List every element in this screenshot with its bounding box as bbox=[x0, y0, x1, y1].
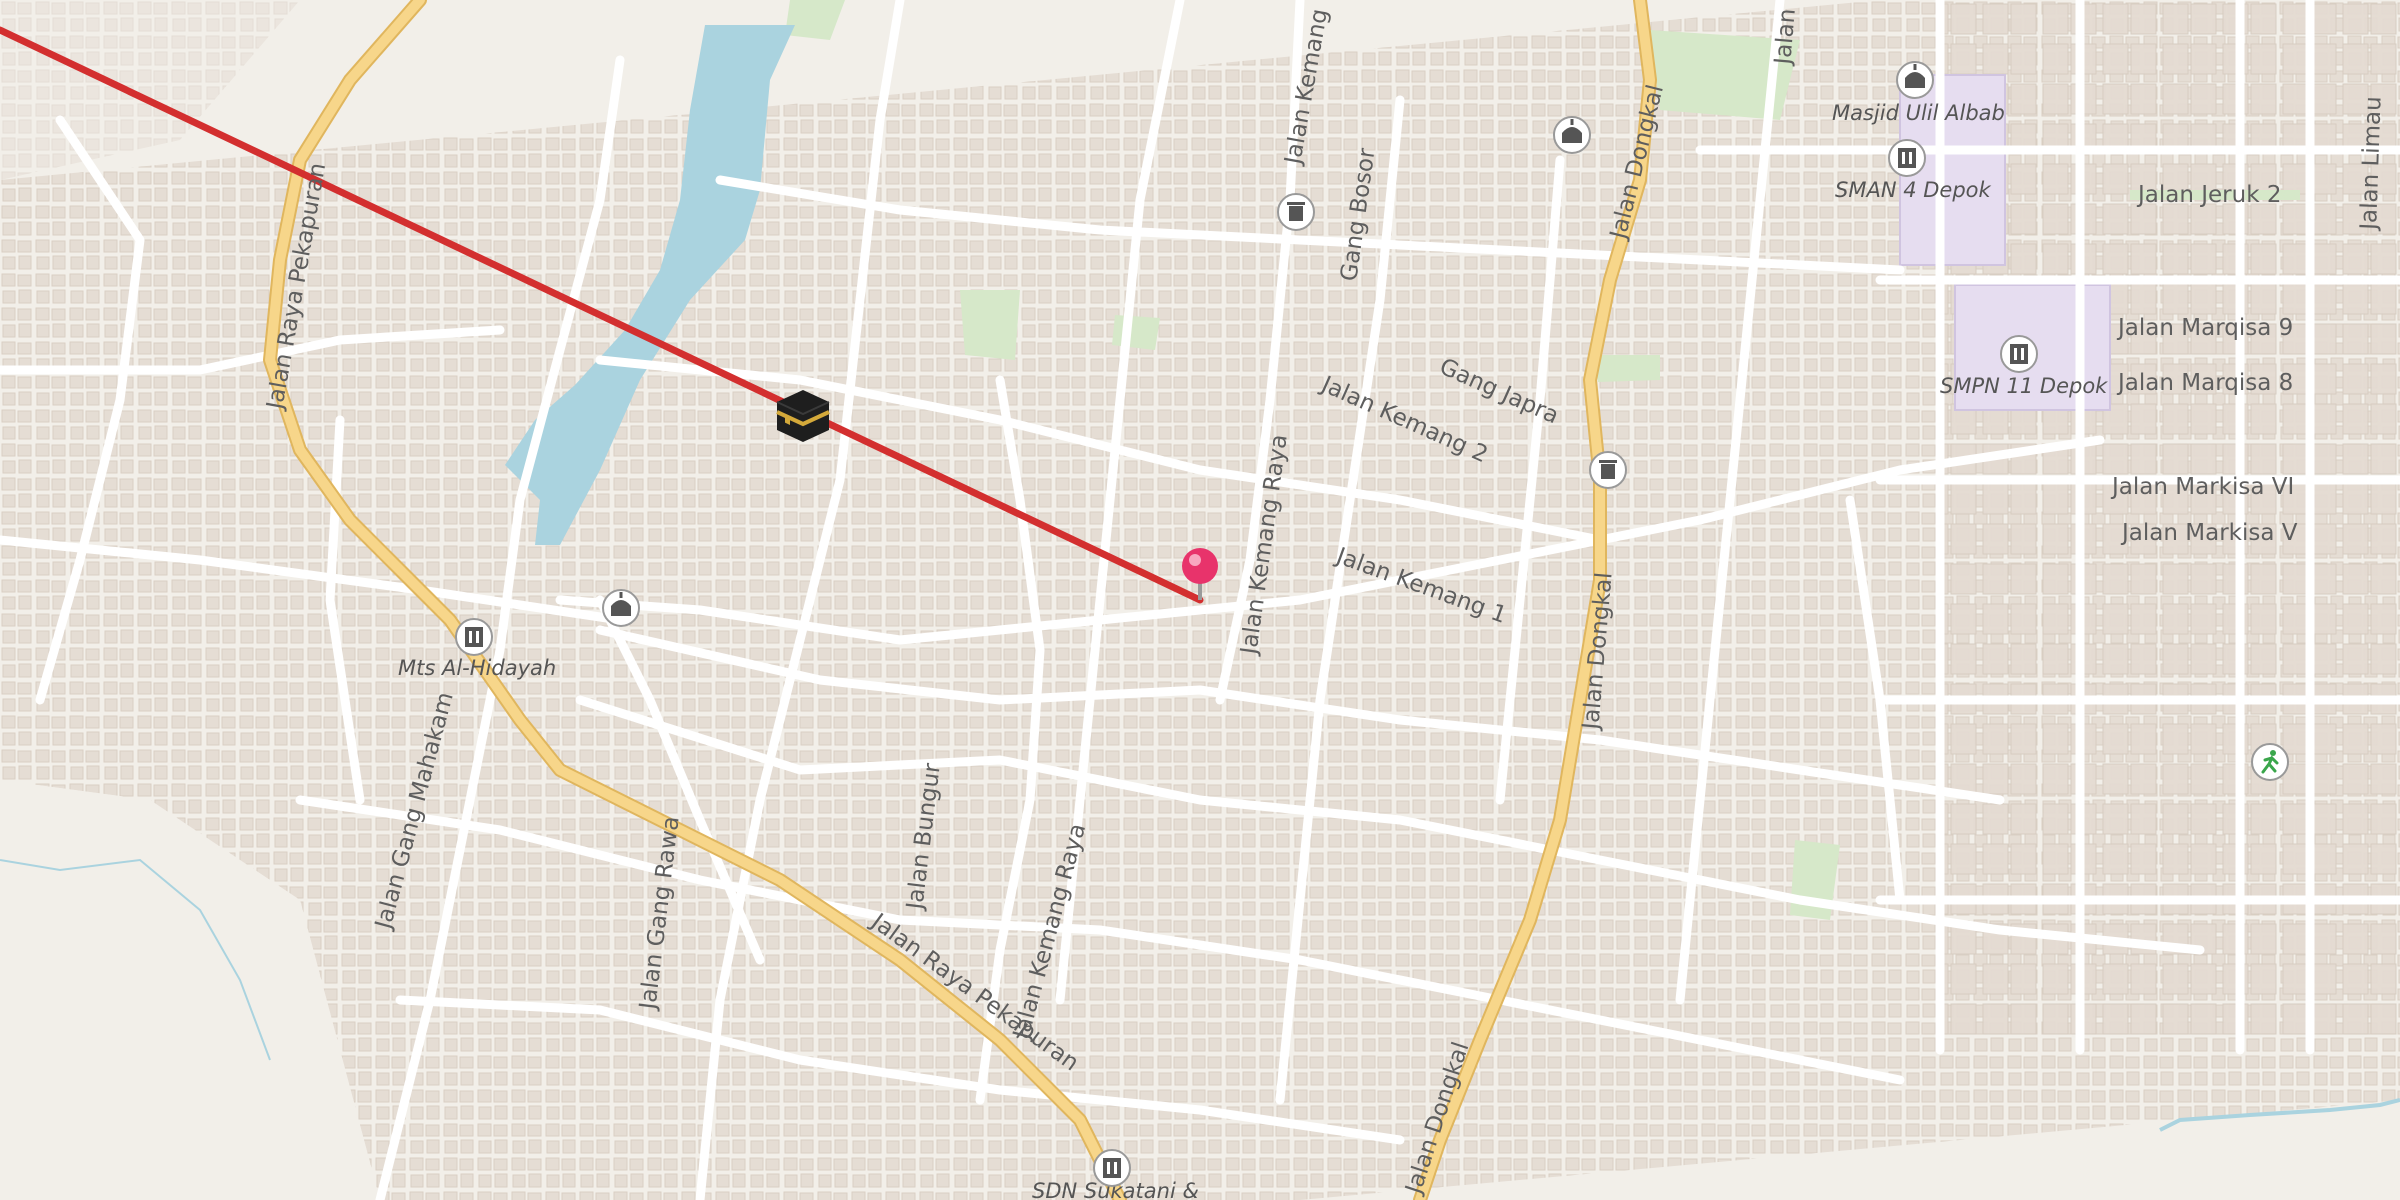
road-label-jalan-jeruk-2: Jalan Jeruk 2 bbox=[2136, 182, 2281, 208]
running-person-icon[interactable] bbox=[2251, 743, 2289, 781]
mosque-icon[interactable] bbox=[1896, 61, 1934, 99]
road-label-jalan-markisa-vi: Jalan Markisa VI bbox=[2110, 474, 2294, 500]
school-icon[interactable] bbox=[1093, 1149, 1131, 1187]
school-icon[interactable] bbox=[2000, 335, 2038, 373]
road-label-jalan-top: Jalan bbox=[1770, 8, 1801, 68]
mosque-icon[interactable] bbox=[1553, 116, 1591, 154]
road-label-jalan-marqisa-9: Jalan Marqisa 9 bbox=[2116, 315, 2293, 341]
poi-label-smpn-11-depok: SMPN 11 Depok bbox=[1940, 374, 2108, 398]
road-label-jalan-markisa-v: Jalan Markisa V bbox=[2120, 520, 2298, 546]
waste-basket-icon[interactable] bbox=[1277, 193, 1315, 231]
road-label-jalan-marqisa-8: Jalan Marqisa 8 bbox=[2116, 370, 2293, 396]
poi-label-sman-4-depok: SMAN 4 Depok bbox=[1835, 178, 1992, 202]
waste-basket-icon[interactable] bbox=[1589, 451, 1627, 489]
poi-label-mts-al-hidayah: Mts Al-Hidayah bbox=[398, 656, 556, 680]
map-canvas[interactable]: Jalan Raya Pekapuran Jalan Raya Pekapura… bbox=[0, 0, 2400, 1200]
road-label-jalan-limau: Jalan Limau bbox=[2356, 96, 2387, 232]
school-icon[interactable] bbox=[1888, 139, 1926, 177]
school-icon[interactable] bbox=[455, 618, 493, 656]
poi-label-masjid-ulil-albab: Masjid Ulil Albab bbox=[1832, 101, 2005, 125]
mosque-icon[interactable] bbox=[602, 589, 640, 627]
